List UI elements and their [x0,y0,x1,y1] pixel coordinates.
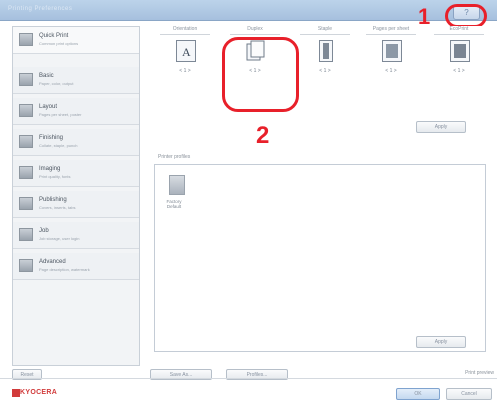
tab-title: EcoPrint [434,26,484,35]
job-icon [19,228,33,241]
svg-text:A: A [182,45,191,59]
main-panel: Orientation A < 1 > Duplex < 1 > Staple … [146,26,486,366]
tab-caption: < 1 > [453,68,465,74]
sidebar-item-finishing[interactable]: Finishing Collate, staple, punch [13,129,139,156]
tab-title: Pages per sheet [366,26,416,35]
sidebar-item-sub: Covers, inserts, tabs [39,205,76,210]
sidebar-item-label: Publishing [39,197,67,203]
sidebar-item-label: Job [39,228,49,234]
tab-title: Staple [300,26,350,35]
sidebar-item-sub: Print quality, fonts [39,174,71,179]
sidebar-item-sub: Page description, watermark [39,267,90,272]
sidebar-item-sub: Pages per sheet, poster [39,112,82,117]
sidebar-item-label: Basic [39,73,54,79]
sidebar-item-publishing[interactable]: Publishing Covers, inserts, tabs [13,191,139,218]
publishing-icon [19,197,33,210]
profile-list[interactable]: Factory Default [154,164,486,352]
profile-name[interactable]: Factory Default [159,199,189,211]
sidebar-item-layout[interactable]: Layout Pages per sheet, poster [13,98,139,125]
callout-circle-help [445,4,487,28]
sidebar-item-sub: Job storage, user login [39,236,80,241]
tab-caption: < 1 > [385,68,397,74]
sidebar-item-label: Finishing [39,135,64,141]
profile-apply-button[interactable]: Apply [416,336,466,348]
sidebar-item-label: Layout [39,104,58,110]
basic-icon [19,73,33,86]
ok-button[interactable]: OK [396,388,440,400]
callout-number-two: 2 [256,122,270,149]
ecoprint-icon [450,40,470,62]
sidebar-item-label: Quick Print [39,33,69,39]
callout-circle-duplex [222,37,299,112]
sidebar-item-sub: Paper, color, output [39,81,74,86]
finishing-icon [19,135,33,148]
pages-per-sheet-icon [382,40,402,62]
kyocera-logo: KYOCERA [20,389,58,396]
sidebar-item-sub: Common print options [39,41,79,46]
sidebar-item-label: Imaging [39,166,61,172]
tab-caption: < 1 > [319,68,331,74]
sidebar-item-quick-print[interactable]: Quick Print Common print options [13,27,139,54]
sidebar: Quick Print Common print options Basic P… [12,26,140,366]
apply-button[interactable]: Apply [416,121,466,133]
tab-caption: < 1 > [179,68,191,74]
tab-title: Orientation [160,26,210,35]
profiles-label: Printer profiles [158,154,191,160]
sidebar-item-job[interactable]: Job Job storage, user login [13,222,139,249]
sidebar-item-basic[interactable]: Basic Paper, color, output [13,67,139,94]
tab-title: Duplex [230,26,280,35]
orientation-icon: A [176,40,196,62]
quick-print-icon [19,33,33,46]
window-title: Printing Preferences [8,6,73,12]
footer-divider [0,378,497,379]
profile-icon [169,175,185,195]
sidebar-item-label: Advanced [39,259,66,265]
sidebar-item-imaging[interactable]: Imaging Print quality, fonts [13,160,139,187]
layout-icon [19,104,33,117]
imaging-icon [19,166,33,179]
kyocera-logo-mark [12,389,20,397]
sidebar-item-sub: Collate, staple, punch [39,143,78,148]
advanced-icon [19,259,33,272]
cancel-button[interactable]: Cancel [446,388,492,400]
sidebar-item-advanced[interactable]: Advanced Page description, watermark [13,253,139,280]
staple-icon [319,40,333,62]
